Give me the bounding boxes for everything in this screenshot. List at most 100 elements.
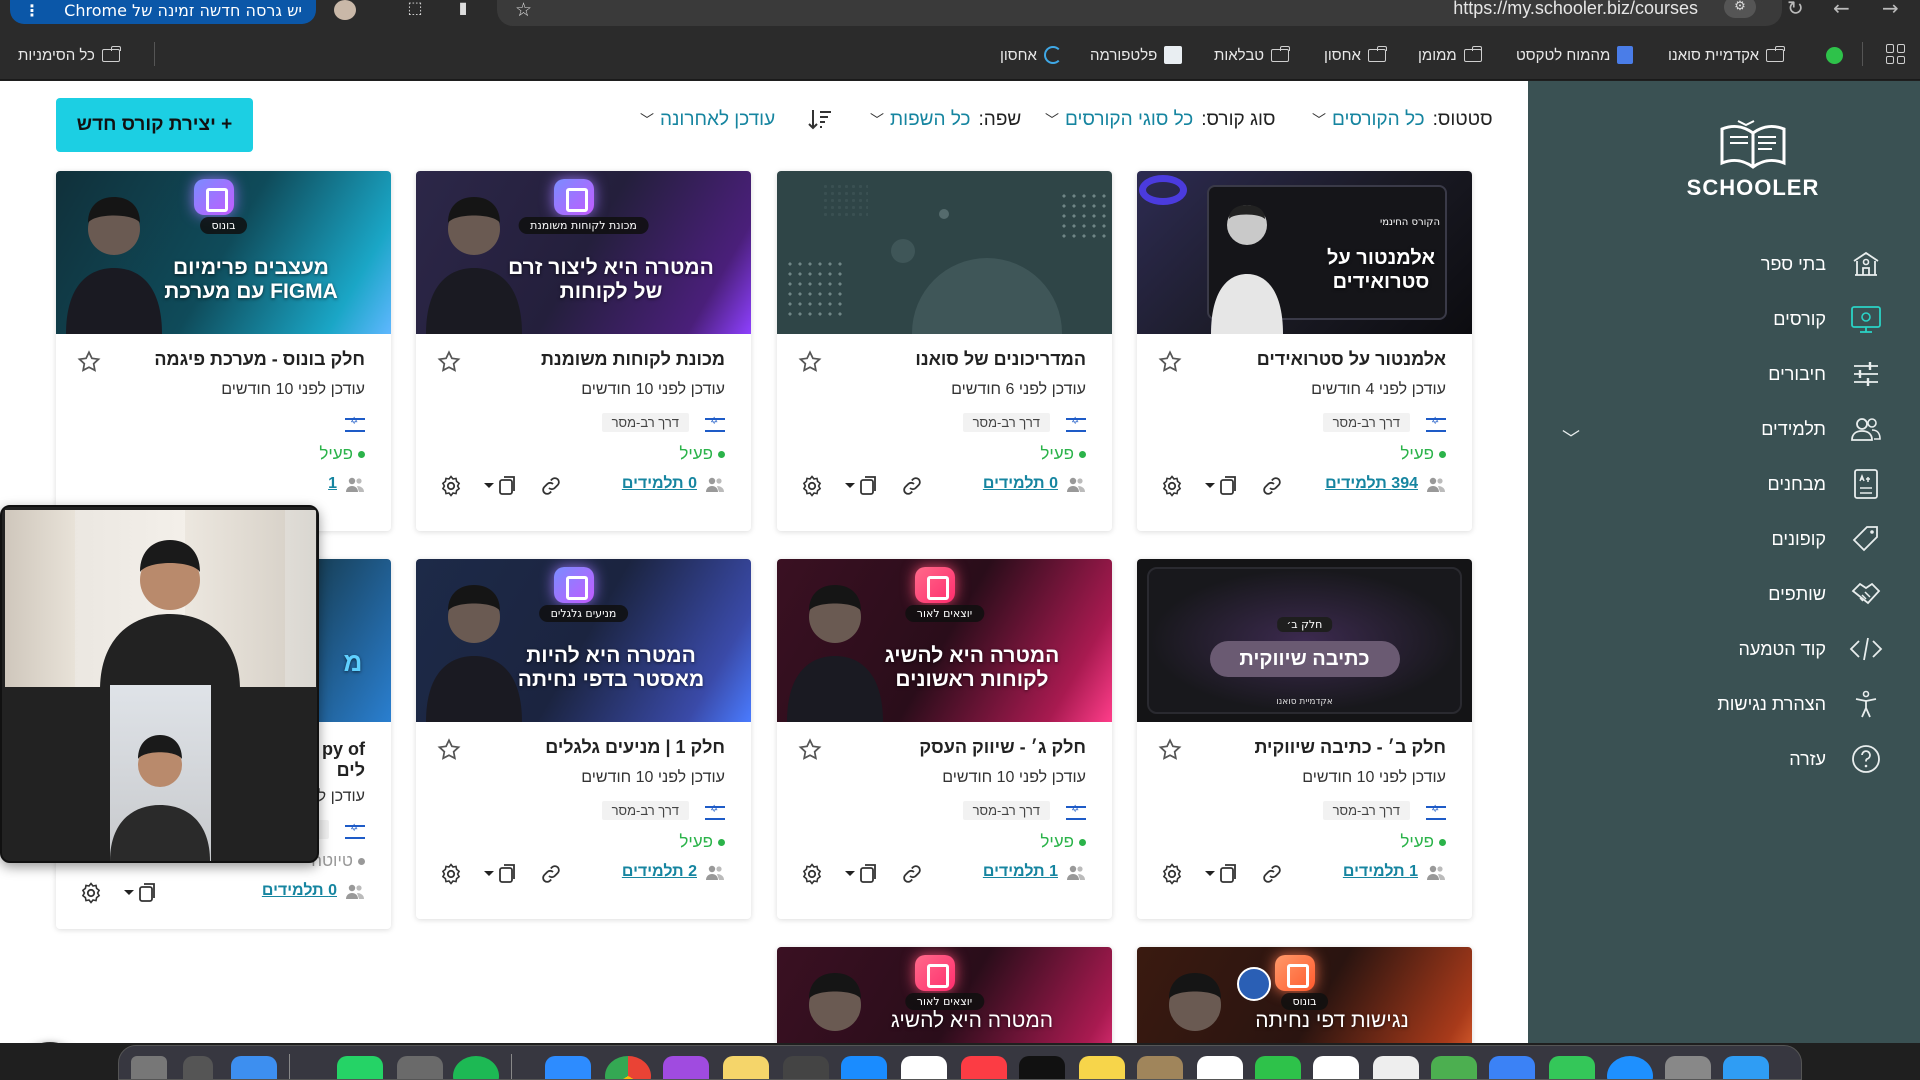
- course-title[interactable]: אלמנטור על סטרואידים: [1166, 349, 1446, 370]
- course-card[interactable]: מניעים גלגלים המטרה היא להיות מאסטר בדפי…: [416, 559, 751, 919]
- link-icon[interactable]: [539, 862, 563, 886]
- nav-courses[interactable]: קורסים: [1564, 297, 1884, 341]
- bookmark-item[interactable]: מהמוח לטקסט: [1516, 44, 1634, 66]
- back-icon[interactable]: ←: [1833, 0, 1850, 20]
- chrome-icon[interactable]: [605, 1056, 651, 1079]
- nav-exams[interactable]: מבחנים: [1564, 462, 1884, 506]
- settings-gear-icon[interactable]: [800, 862, 824, 886]
- course-thumbnail[interactable]: יוצאים לאור המטרה היא להשיג: [777, 947, 1112, 1043]
- link-icon[interactable]: [1260, 862, 1284, 886]
- chevron-down-icon[interactable]: ﹀: [1562, 425, 1580, 451]
- sidepanel-icon[interactable]: ▮: [452, 0, 474, 18]
- students-count[interactable]: 0 תלמידים: [262, 882, 365, 900]
- podcasts-icon[interactable]: [663, 1056, 709, 1079]
- course-title[interactable]: חלק ב׳ - כתיבה שיווקית: [1166, 737, 1447, 758]
- stickies-icon[interactable]: [1079, 1056, 1125, 1079]
- course-title[interactable]: המדריכונים של סואנו: [806, 349, 1086, 370]
- reload-icon[interactable]: ↻: [1787, 0, 1804, 20]
- address-bar[interactable]: ☆ https://my.schooler.biz/courses ⚙: [497, 0, 1782, 26]
- settings-gear-icon[interactable]: [439, 474, 463, 498]
- bookmark-item[interactable]: אחסון: [1000, 44, 1062, 66]
- course-thumbnail[interactable]: בונוס נגישות דפי נחיתה: [1137, 947, 1472, 1043]
- duplicate-menu-icon[interactable]: [482, 474, 518, 498]
- status-filter[interactable]: סטטוס:כל הקורסים﹀: [1312, 109, 1493, 131]
- bookmark-item[interactable]: טבלאות: [1214, 44, 1290, 66]
- duplicate-menu-icon[interactable]: [843, 474, 879, 498]
- schooler-logo[interactable]: SCHOOLER: [1678, 115, 1828, 201]
- students-link[interactable]: 394 תלמידים: [1325, 475, 1418, 493]
- messages-icon[interactable]: [1549, 1056, 1595, 1079]
- mail-icon[interactable]: [1489, 1056, 1535, 1079]
- forward-icon[interactable]: →: [1882, 0, 1899, 20]
- link-icon[interactable]: [539, 474, 563, 498]
- course-thumbnail[interactable]: חלק ב׳ כתיבה שיווקית אקדמיית סואנו: [1137, 559, 1472, 722]
- duplicate-menu-icon[interactable]: [843, 862, 879, 886]
- nav-embed-code[interactable]: קוד הטמעה: [1564, 627, 1884, 671]
- students-count[interactable]: 2 תלמידים: [622, 863, 725, 881]
- students-count[interactable]: 1: [328, 475, 365, 493]
- students-link[interactable]: 1: [328, 475, 337, 493]
- help-app-icon[interactable]: [183, 1056, 213, 1079]
- sort-icon[interactable]: [807, 107, 833, 131]
- safari-icon[interactable]: [1607, 1056, 1653, 1079]
- nav-students[interactable]: תלמידים: [1564, 407, 1884, 451]
- bookmark-item[interactable]: אקדמיית סואנו: [1668, 44, 1785, 66]
- course-card[interactable]: יוצאים לאור המטרה היא להשיג לקוחות ראשונ…: [777, 559, 1112, 919]
- course-card[interactable]: בונוס נגישות דפי נחיתה: [1137, 947, 1472, 1043]
- extensions-icon[interactable]: ⬚: [404, 0, 426, 18]
- bookmark-item[interactable]: אחסון: [1324, 44, 1387, 66]
- course-title[interactable]: חלק ג׳ - שיווק העסק: [806, 737, 1086, 758]
- students-count[interactable]: 1 תלמידים: [1343, 863, 1446, 881]
- calculator-icon[interactable]: [397, 1056, 443, 1079]
- facetime-icon[interactable]: [1255, 1056, 1301, 1079]
- course-thumbnail[interactable]: הקורס החינמי אלמנטור על סטרואידים: [1137, 171, 1472, 334]
- chrome-update-button[interactable]: ⋮ יש גרסה חדשה זמינה של Chrome: [10, 0, 316, 24]
- photos-icon[interactable]: [1313, 1056, 1359, 1079]
- students-link[interactable]: 0 תלמידים: [262, 882, 337, 900]
- settings-gear-icon[interactable]: [79, 881, 103, 905]
- whatsapp-icon[interactable]: [337, 1056, 383, 1079]
- edit-floating-button[interactable]: [17, 1042, 83, 1043]
- notes-icon[interactable]: [723, 1056, 769, 1079]
- course-card[interactable]: המדריכונים של סואנו עודכן לפני 6 חודשים …: [777, 171, 1112, 531]
- sort-dropdown[interactable]: עודכן לאחרונה﹀: [640, 109, 783, 131]
- course-thumbnail[interactable]: יוצאים לאור המטרה היא להשיג לקוחות ראשונ…: [777, 559, 1112, 722]
- settings-gear-icon[interactable]: [800, 474, 824, 498]
- video-call-overlay[interactable]: [0, 505, 319, 863]
- students-link[interactable]: 0 תלמידים: [983, 475, 1058, 493]
- url-text[interactable]: https://my.schooler.biz/courses: [1453, 0, 1698, 17]
- capcut-icon[interactable]: [901, 1056, 947, 1079]
- link-icon[interactable]: [900, 862, 924, 886]
- students-count[interactable]: 394 תלמידים: [1325, 475, 1446, 493]
- profile-avatar[interactable]: [334, 0, 356, 20]
- language-filter[interactable]: שפה:כל השפות﹀: [870, 109, 1021, 131]
- course-title[interactable]: חלק בונוס - מערכת פיגמה: [85, 349, 365, 370]
- contacts-icon[interactable]: [1137, 1056, 1183, 1079]
- calendar-icon[interactable]: [1197, 1056, 1243, 1079]
- finder-icon[interactable]: [231, 1056, 277, 1079]
- course-title[interactable]: חלק 1 | מניעים גלגלים: [445, 737, 725, 758]
- course-card[interactable]: מכונת לקוחות משומנת המטרה היא ליצור זרם …: [416, 171, 751, 531]
- students-count[interactable]: 1 תלמידים: [983, 863, 1086, 881]
- nav-coupons[interactable]: קופונים: [1564, 517, 1884, 561]
- nav-schools[interactable]: בתי ספר: [1564, 242, 1884, 286]
- music-icon[interactable]: [961, 1056, 1007, 1079]
- maps-icon[interactable]: [1431, 1056, 1477, 1079]
- launchpad-icon[interactable]: [1665, 1056, 1711, 1079]
- course-type-filter[interactable]: סוג קורס:כל סוגי הקורסים﹀: [1045, 109, 1275, 131]
- nav-connections[interactable]: חיבורים: [1564, 352, 1884, 396]
- duplicate-menu-icon[interactable]: [482, 862, 518, 886]
- trash-icon[interactable]: [131, 1056, 167, 1079]
- all-bookmarks[interactable]: כל הסימניות: [18, 44, 121, 66]
- appstore-icon[interactable]: [841, 1056, 887, 1079]
- course-card[interactable]: הקורס החינמי אלמנטור על סטרואידים אלמנטו…: [1137, 171, 1472, 531]
- settings-gear-icon[interactable]: [1160, 474, 1184, 498]
- tv-icon[interactable]: [1019, 1056, 1065, 1079]
- duplicate-menu-icon[interactable]: [1203, 862, 1239, 886]
- students-count[interactable]: 0 תלמידים: [622, 475, 725, 493]
- course-card[interactable]: חלק ב׳ כתיבה שיווקית אקדמיית סואנו חלק ב…: [1137, 559, 1472, 919]
- site-settings-icon[interactable]: ⚙: [1724, 0, 1756, 18]
- nav-accessibility[interactable]: הצהרת נגישות: [1564, 682, 1884, 726]
- course-thumbnail[interactable]: מניעים גלגלים המטרה היא להיות מאסטר בדפי…: [416, 559, 751, 722]
- students-link[interactable]: 1 תלמידים: [1343, 863, 1418, 881]
